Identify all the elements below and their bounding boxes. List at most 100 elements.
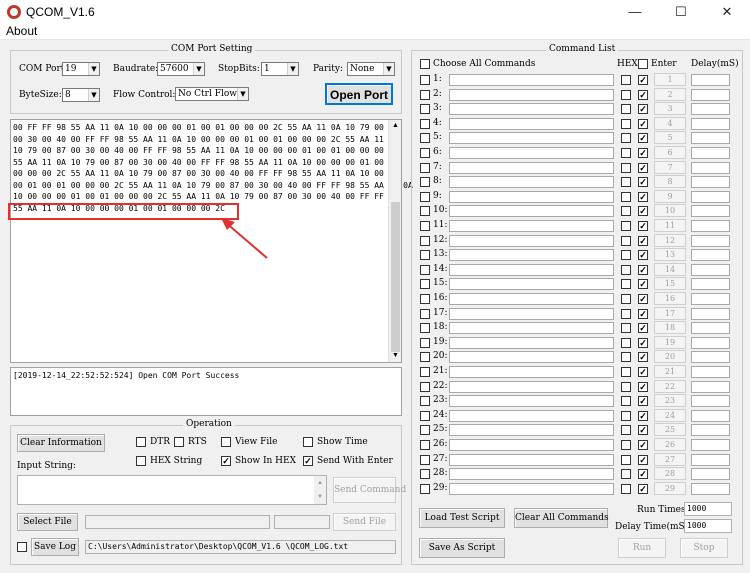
command-send-button[interactable]: 3 — [654, 102, 686, 116]
command-send-button[interactable]: 24 — [654, 408, 686, 422]
command-input[interactable] — [449, 322, 614, 335]
command-input[interactable] — [449, 453, 614, 466]
command-hex-checkbox[interactable] — [621, 381, 631, 392]
command-input[interactable] — [449, 190, 614, 203]
command-delay-input[interactable] — [691, 234, 730, 247]
command-enter-checkbox[interactable]: ✓ — [638, 177, 648, 188]
command-input[interactable] — [449, 132, 614, 145]
scroll-up-icon[interactable]: ▲ — [392, 122, 399, 129]
command-enter-checkbox[interactable]: ✓ — [638, 118, 648, 129]
command-delay-input[interactable] — [691, 336, 730, 349]
command-enter-checkbox[interactable]: ✓ — [638, 440, 648, 450]
command-hex-checkbox[interactable] — [621, 410, 631, 421]
command-checkbox[interactable] — [420, 352, 430, 363]
command-delay-input[interactable] — [691, 453, 730, 466]
command-delay-input[interactable] — [691, 439, 730, 451]
command-input[interactable] — [449, 439, 614, 451]
command-send-button[interactable]: 11 — [654, 219, 686, 232]
minimize-button[interactable]: — — [612, 0, 658, 24]
command-send-button[interactable]: 16 — [654, 292, 686, 305]
menu-about[interactable]: About — [6, 24, 37, 39]
command-send-button[interactable]: 23 — [654, 394, 686, 408]
show-time-checkbox[interactable] — [303, 437, 313, 447]
command-checkbox[interactable] — [420, 206, 430, 217]
command-delay-input[interactable] — [691, 147, 730, 159]
command-delay-input[interactable] — [691, 220, 730, 232]
clear-information-button[interactable]: Clear Information — [17, 434, 105, 452]
command-hex-checkbox[interactable] — [621, 454, 631, 465]
command-input[interactable] — [449, 351, 614, 364]
command-hex-checkbox[interactable] — [621, 294, 631, 304]
command-send-button[interactable]: 10 — [654, 204, 686, 218]
command-input[interactable] — [449, 468, 614, 481]
command-delay-input[interactable] — [691, 293, 730, 305]
select-file-button[interactable]: Select File — [17, 513, 78, 531]
command-checkbox[interactable] — [420, 396, 430, 407]
command-checkbox[interactable] — [420, 294, 430, 304]
command-enter-checkbox[interactable]: ✓ — [638, 206, 648, 217]
command-send-button[interactable]: 8 — [654, 175, 686, 189]
command-send-button[interactable]: 20 — [654, 350, 686, 364]
command-hex-checkbox[interactable] — [621, 221, 631, 231]
command-input[interactable] — [449, 234, 614, 247]
command-delay-input[interactable] — [691, 88, 730, 101]
command-checkbox[interactable] — [420, 177, 430, 188]
command-input[interactable] — [449, 176, 614, 189]
command-checkbox[interactable] — [420, 454, 430, 465]
command-delay-input[interactable] — [691, 103, 730, 116]
command-delay-input[interactable] — [691, 190, 730, 203]
command-enter-checkbox[interactable]: ✓ — [638, 367, 648, 377]
command-input[interactable] — [449, 293, 614, 305]
command-enter-checkbox[interactable]: ✓ — [638, 75, 648, 85]
command-checkbox[interactable] — [420, 104, 430, 115]
command-delay-input[interactable] — [691, 482, 730, 495]
command-checkbox[interactable] — [420, 162, 430, 173]
command-enter-checkbox[interactable]: ✓ — [638, 104, 648, 115]
command-send-button[interactable]: 29 — [654, 481, 686, 495]
command-send-button[interactable]: 2 — [654, 87, 686, 101]
parity-select[interactable]: None ▼ — [347, 62, 395, 76]
command-checkbox[interactable] — [420, 483, 430, 494]
command-hex-checkbox[interactable] — [621, 483, 631, 494]
command-enter-checkbox[interactable]: ✓ — [638, 294, 648, 304]
command-enter-checkbox[interactable]: ✓ — [638, 308, 648, 319]
enter-all-checkbox[interactable] — [638, 59, 648, 69]
command-checkbox[interactable] — [420, 191, 430, 202]
command-delay-input[interactable] — [691, 161, 730, 174]
command-delay-input[interactable] — [691, 74, 730, 86]
command-enter-checkbox[interactable]: ✓ — [638, 221, 648, 231]
command-enter-checkbox[interactable]: ✓ — [638, 352, 648, 363]
run-button[interactable]: Run — [618, 538, 666, 558]
command-input[interactable] — [449, 205, 614, 218]
command-checkbox[interactable] — [420, 308, 430, 319]
command-checkbox[interactable] — [420, 235, 430, 246]
command-delay-input[interactable] — [691, 409, 730, 422]
command-send-button[interactable]: 5 — [654, 131, 686, 145]
clear-all-commands-button[interactable]: Clear All Commands — [514, 508, 609, 528]
command-send-button[interactable]: 22 — [654, 379, 686, 393]
command-hex-checkbox[interactable] — [621, 264, 631, 275]
show-in-hex-checkbox[interactable]: ✓ — [221, 456, 231, 466]
command-hex-checkbox[interactable] — [621, 308, 631, 319]
command-delay-input[interactable] — [691, 263, 730, 276]
command-input[interactable] — [449, 117, 614, 130]
input-string-field[interactable]: ▲ ▼ — [17, 475, 327, 505]
delay-time-field[interactable]: 1000 — [684, 519, 732, 533]
command-enter-checkbox[interactable]: ✓ — [638, 162, 648, 173]
log-area[interactable]: [2019-12-14_22:52:52:524] Open COM Port … — [10, 367, 402, 416]
command-hex-checkbox[interactable] — [621, 425, 631, 436]
send-with-enter-checkbox[interactable]: ✓ — [303, 456, 313, 466]
load-test-script-button[interactable]: Load Test Script — [419, 508, 505, 528]
scroll-down-icon[interactable]: ▼ — [392, 352, 399, 359]
command-checkbox[interactable] — [420, 118, 430, 129]
hex-string-checkbox[interactable] — [136, 456, 146, 466]
command-send-button[interactable]: 17 — [654, 306, 686, 320]
command-checkbox[interactable] — [420, 323, 430, 334]
command-hex-checkbox[interactable] — [621, 133, 631, 144]
close-button[interactable]: ✕ — [704, 0, 750, 24]
command-input[interactable] — [449, 395, 614, 408]
command-hex-checkbox[interactable] — [621, 469, 631, 480]
command-checkbox[interactable] — [420, 337, 430, 348]
command-checkbox[interactable] — [420, 221, 430, 231]
command-delay-input[interactable] — [691, 132, 730, 145]
